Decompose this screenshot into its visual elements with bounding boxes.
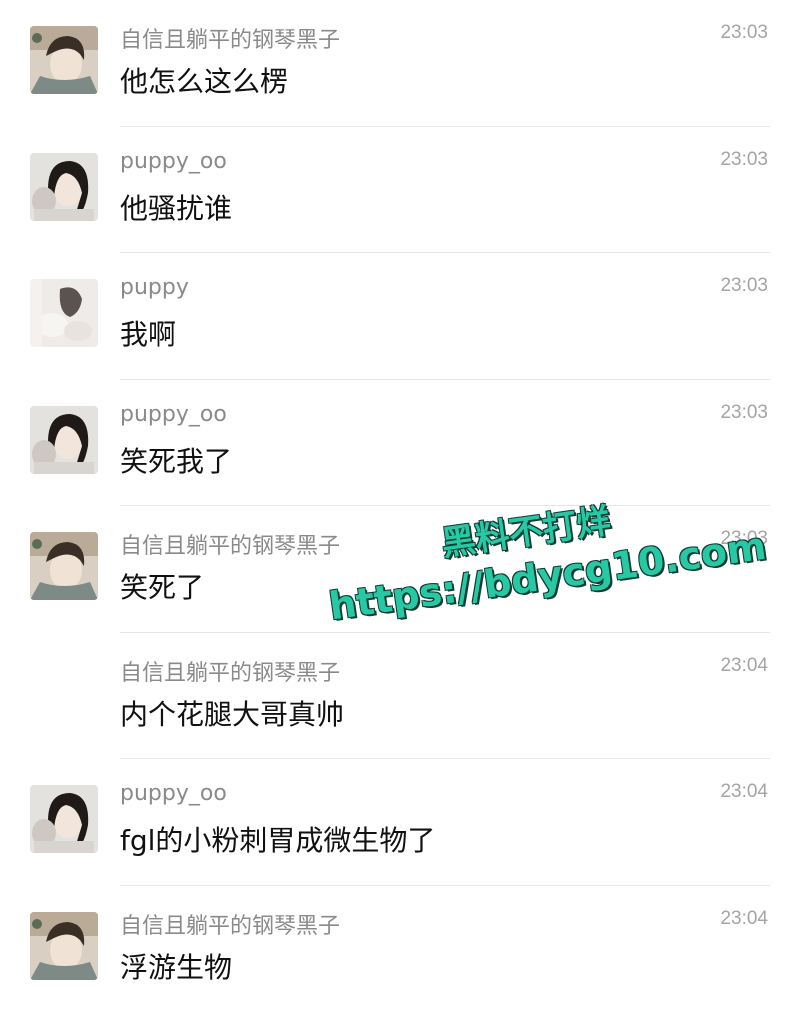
avatar[interactable] bbox=[30, 912, 98, 980]
chat-message-row[interactable]: puppy_oo 他骚扰谁 23:03 bbox=[0, 127, 800, 254]
chat-message-row[interactable]: puppy_oo fgl的小粉刺胃成微生物了 23:04 bbox=[0, 759, 800, 886]
sender-name: 自信且躺平的钢琴黑子 bbox=[120, 655, 340, 687]
message-text: 笑死我了 bbox=[120, 440, 232, 480]
message-time: 23:04 bbox=[720, 908, 768, 930]
chat-message-row[interactable]: puppy 我啊 23:03 bbox=[0, 253, 800, 380]
sender-name: 自信且躺平的钢琴黑子 bbox=[120, 22, 340, 54]
message-time: 23:03 bbox=[720, 402, 768, 424]
avatar[interactable] bbox=[30, 26, 98, 94]
message-time: 23:04 bbox=[720, 781, 768, 803]
sender-name: puppy bbox=[120, 275, 189, 300]
chat-message-row[interactable]: 自信且躺平的钢琴黑子 浮游生物 23:04 bbox=[0, 886, 800, 1012]
avatar[interactable] bbox=[30, 532, 98, 600]
message-time: 23:03 bbox=[720, 22, 768, 44]
sender-name: 自信且躺平的钢琴黑子 bbox=[120, 528, 340, 560]
chat-message-row[interactable]: 自信且躺平的钢琴黑子 他怎么这么楞 23:03 bbox=[0, 0, 800, 127]
chat-message-list: 自信且躺平的钢琴黑子 他怎么这么楞 23:03 puppy_oo 他骚扰谁 23… bbox=[0, 0, 800, 1012]
avatar[interactable] bbox=[30, 279, 98, 347]
chat-message-row[interactable]: 自信且躺平的钢琴黑子 内个花腿大哥真帅 23:04 bbox=[0, 633, 800, 760]
sender-name: puppy_oo bbox=[120, 402, 227, 427]
avatar[interactable] bbox=[30, 406, 98, 474]
message-text: fgl的小粉刺胃成微生物了 bbox=[120, 819, 435, 859]
chat-message-row[interactable]: 自信且躺平的钢琴黑子 笑死了 23:03 bbox=[0, 506, 800, 633]
message-time: 23:03 bbox=[720, 275, 768, 297]
message-time: 23:04 bbox=[720, 655, 768, 677]
message-time: 23:03 bbox=[720, 149, 768, 171]
message-time: 23:03 bbox=[720, 528, 768, 550]
message-text: 他骚扰谁 bbox=[120, 187, 232, 227]
sender-name: puppy_oo bbox=[120, 149, 227, 174]
message-text: 我啊 bbox=[120, 313, 176, 353]
message-text: 他怎么这么楞 bbox=[120, 60, 288, 100]
sender-name: 自信且躺平的钢琴黑子 bbox=[120, 908, 340, 940]
message-text: 内个花腿大哥真帅 bbox=[120, 693, 344, 733]
chat-message-row[interactable]: puppy_oo 笑死我了 23:03 bbox=[0, 380, 800, 507]
message-text: 笑死了 bbox=[120, 566, 204, 606]
message-text: 浮游生物 bbox=[120, 946, 232, 986]
avatar[interactable] bbox=[30, 153, 98, 221]
avatar[interactable] bbox=[30, 785, 98, 853]
sender-name: puppy_oo bbox=[120, 781, 227, 806]
